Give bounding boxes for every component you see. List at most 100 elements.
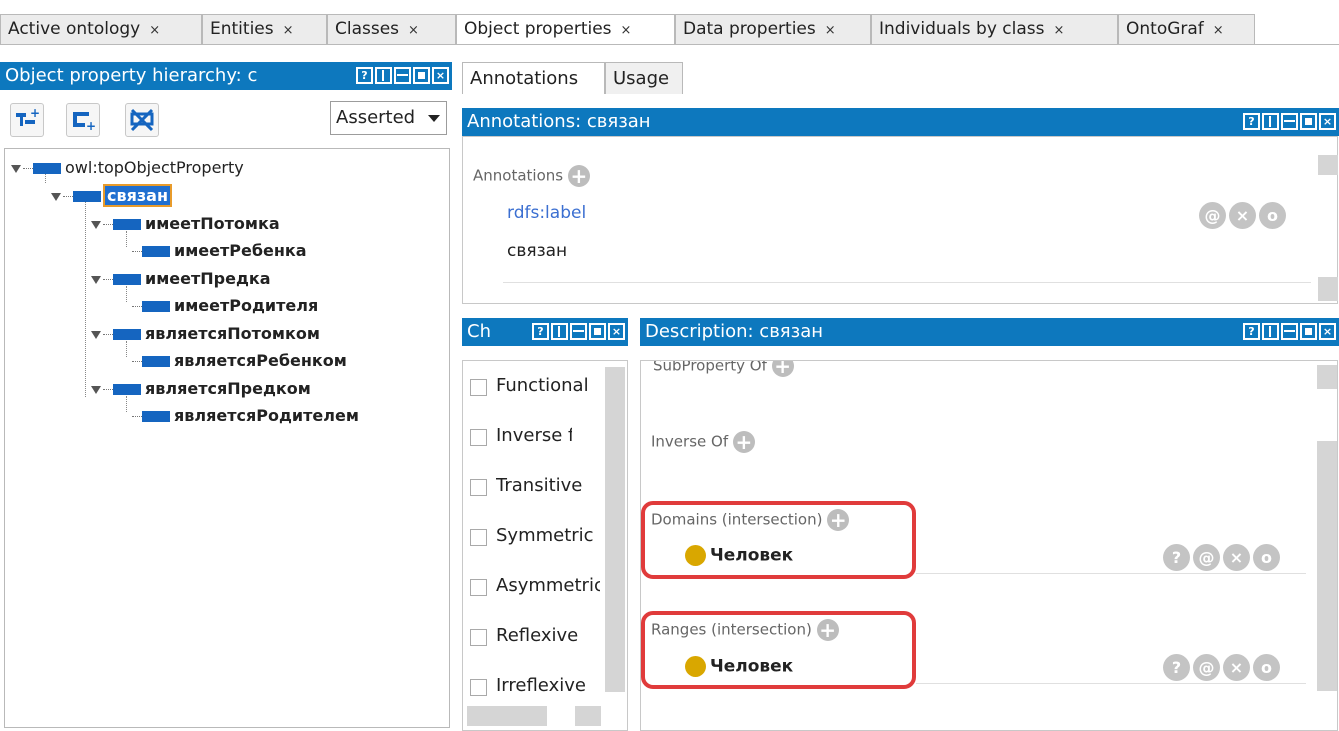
tree-node-imeet-potomka[interactable]: имеетПотомка [91,213,280,235]
close-view-icon[interactable]: × [1319,113,1336,130]
help-icon[interactable]: ? [1243,113,1260,130]
scrollbar-thumb[interactable] [1318,277,1338,301]
expand-icon[interactable] [91,275,101,284]
tree-node-imeet-roditelya[interactable]: имеетРодителя [132,295,318,317]
add-inverse-of-icon[interactable]: + [732,431,755,453]
tree-node-yavlyaetsya-potomkom[interactable]: являетсяПотомком [91,323,320,345]
close-icon[interactable]: × [408,23,419,38]
expand-icon[interactable] [11,164,21,173]
delete-property-button[interactable] [125,103,159,137]
subtab-annotations[interactable]: Annotations [462,62,605,94]
edit-icon[interactable]: o [1253,544,1280,571]
transitive-checkbox[interactable] [470,479,487,496]
tree-guide [85,201,86,397]
subtab-usage[interactable]: Usage [605,62,683,94]
scrollbar-thumb[interactable] [1318,155,1338,175]
edit-icon[interactable]: o [1253,654,1280,681]
tab-active-ontology[interactable]: Active ontology × [0,14,202,44]
close-icon[interactable]: × [1213,23,1224,38]
tab-ontograf[interactable]: OntoGraf × [1118,14,1255,44]
delete-icon[interactable]: × [1229,202,1256,229]
irreflexive-checkbox[interactable] [470,679,487,696]
float-view-icon[interactable] [413,67,430,84]
tab-data-properties[interactable]: Data properties × [675,14,871,44]
help-icon[interactable]: ? [356,67,373,84]
svg-text:+: + [86,119,96,133]
vertical-scrollbar-thumb[interactable] [1317,441,1337,691]
help-icon[interactable]: ? [1243,323,1260,340]
close-view-icon[interactable]: × [432,67,449,84]
annotate-icon[interactable]: @ [1199,202,1226,229]
expand-icon[interactable] [51,192,61,201]
range-class-entry[interactable]: Человек [685,656,793,677]
float-view-icon[interactable] [1300,113,1317,130]
close-icon[interactable]: × [149,23,160,38]
tree-node-yavlyaetsya-roditelem[interactable]: являетсяРодителем [132,405,359,427]
expand-icon[interactable] [91,220,101,229]
expand-icon[interactable] [91,330,101,339]
delete-icon[interactable]: × [1223,544,1250,571]
tree-node-svyazan[interactable]: связан [51,184,173,207]
help-icon[interactable]: ? [1163,654,1190,681]
hierarchy-mode-select[interactable]: Asserted [330,101,447,135]
tree-node-yavlyaetsya-rebenkom[interactable]: являетсяРебенком [132,350,347,372]
tab-entities[interactable]: Entities × [202,14,327,44]
help-icon[interactable]: ? [1163,544,1190,571]
float-view-icon[interactable] [1300,323,1317,340]
add-subproperty-button[interactable]: + [10,103,44,137]
split-horizontal-icon[interactable] [570,323,587,340]
add-range-icon[interactable]: + [816,619,839,641]
add-subproperty-of-icon[interactable]: + [771,361,794,377]
split-vertical-icon[interactable] [1262,323,1279,340]
annotate-icon[interactable]: @ [1193,654,1220,681]
reflexive-checkbox[interactable] [470,629,487,646]
split-vertical-icon[interactable] [551,323,568,340]
annotate-icon[interactable]: @ [1193,544,1220,571]
horizontal-scrollbar-thumb[interactable] [467,706,547,726]
expand-icon[interactable] [91,385,101,394]
tab-object-properties[interactable]: Object properties × [456,14,675,45]
tree-node-imeet-rebenka[interactable]: имеетРебенка [132,240,307,262]
tree-node-imeet-predka[interactable]: имеетПредка [91,268,271,290]
symmetric-checkbox[interactable] [470,529,487,546]
split-vertical-icon[interactable] [375,67,392,84]
delete-icon[interactable]: × [1223,654,1250,681]
close-view-icon[interactable]: × [1319,323,1336,340]
asymmetric-checkbox[interactable] [470,579,487,596]
view-controls: ? × [532,323,625,341]
edit-icon[interactable]: o [1259,202,1286,229]
functional-checkbox[interactable] [470,379,487,396]
close-icon[interactable]: × [283,23,294,38]
close-view-icon[interactable]: × [608,323,625,340]
add-annotation-icon[interactable]: + [567,165,590,187]
tab-individuals-by-class[interactable]: Individuals by class × [871,14,1118,44]
close-icon[interactable]: × [825,23,836,38]
tree-node-yavlyaetsya-predkom[interactable]: являетсяПредком [91,378,311,400]
object-property-icon [142,411,170,422]
annotation-property[interactable]: rdfs:label [507,203,586,223]
float-view-icon[interactable] [589,323,606,340]
irreflexive-label: Irreflexive [496,675,586,696]
inverse-functional-checkbox[interactable] [470,429,487,446]
tab-classes[interactable]: Classes × [327,14,456,44]
help-icon[interactable]: ? [532,323,549,340]
add-sibling-button[interactable]: + [66,103,100,137]
add-domain-icon[interactable]: + [827,509,850,531]
split-horizontal-icon[interactable] [1281,323,1298,340]
asymmetric-label: Asymmetric [496,575,600,596]
tree-connector [132,361,142,362]
panel-title: Ch [467,321,491,342]
tree-node-top-object-property[interactable]: owl:topObjectProperty [11,157,244,179]
split-horizontal-icon[interactable] [394,67,411,84]
tree-connector [103,334,113,335]
split-horizontal-icon[interactable] [1281,113,1298,130]
close-icon[interactable]: × [1054,23,1065,38]
scrollbar-thumb[interactable] [1317,365,1337,389]
vertical-scrollbar-thumb[interactable] [605,367,625,692]
split-vertical-icon[interactable] [1262,113,1279,130]
class-icon [685,545,706,566]
domain-class-entry[interactable]: Человек [685,545,793,566]
scrollbar-button[interactable] [575,706,601,726]
chevron-down-icon [428,115,440,122]
close-icon[interactable]: × [621,23,632,38]
